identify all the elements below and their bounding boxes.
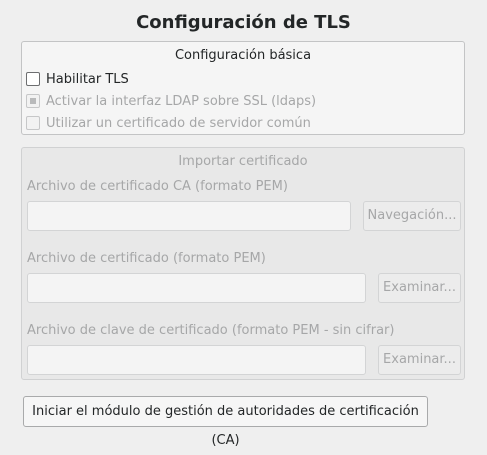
import-cert-group: Importar certificado Archivo de certific…: [21, 147, 465, 380]
ldaps-checkbox: [26, 94, 40, 108]
ca-cert-browse-button: Navegación...: [363, 201, 461, 231]
basic-config-title: Configuración básica: [174, 48, 312, 63]
ca-cert-label: Archivo de certificado CA (formato PEM): [27, 179, 288, 194]
basic-config-group: Configuración básica Habilitar TLS Activ…: [21, 41, 465, 135]
server-cert-input: [27, 273, 366, 303]
ldaps-label: Activar la interfaz LDAP sobre SSL (ldap…: [46, 93, 317, 109]
ca-cert-input: [27, 201, 351, 231]
server-cert-label: Archivo de certificado (formato PEM): [27, 251, 266, 266]
ca-manager-button[interactable]: Iniciar el módulo de gestión de autorida…: [23, 396, 428, 448]
cert-key-browse-button: Examinar...: [378, 345, 461, 375]
common-cert-checkbox: [26, 116, 40, 130]
dialog-title: Configuración de TLS: [136, 12, 351, 33]
server-cert-browse-button: Examinar...: [378, 273, 461, 303]
common-cert-label: Utilizar un certificado de servidor comú…: [46, 115, 311, 131]
ldaps-option: Activar la interfaz LDAP sobre SSL (ldap…: [26, 92, 316, 110]
import-cert-title: Importar certificado: [178, 154, 308, 169]
enable-tls-option[interactable]: Habilitar TLS: [26, 70, 129, 88]
enable-tls-checkbox[interactable]: [26, 72, 40, 86]
cert-key-input: [27, 345, 366, 375]
enable-tls-label[interactable]: Habilitar TLS: [46, 72, 129, 87]
cert-key-label: Archivo de clave de certificado (formato…: [27, 323, 395, 338]
common-cert-option: Utilizar un certificado de servidor comú…: [26, 114, 311, 132]
